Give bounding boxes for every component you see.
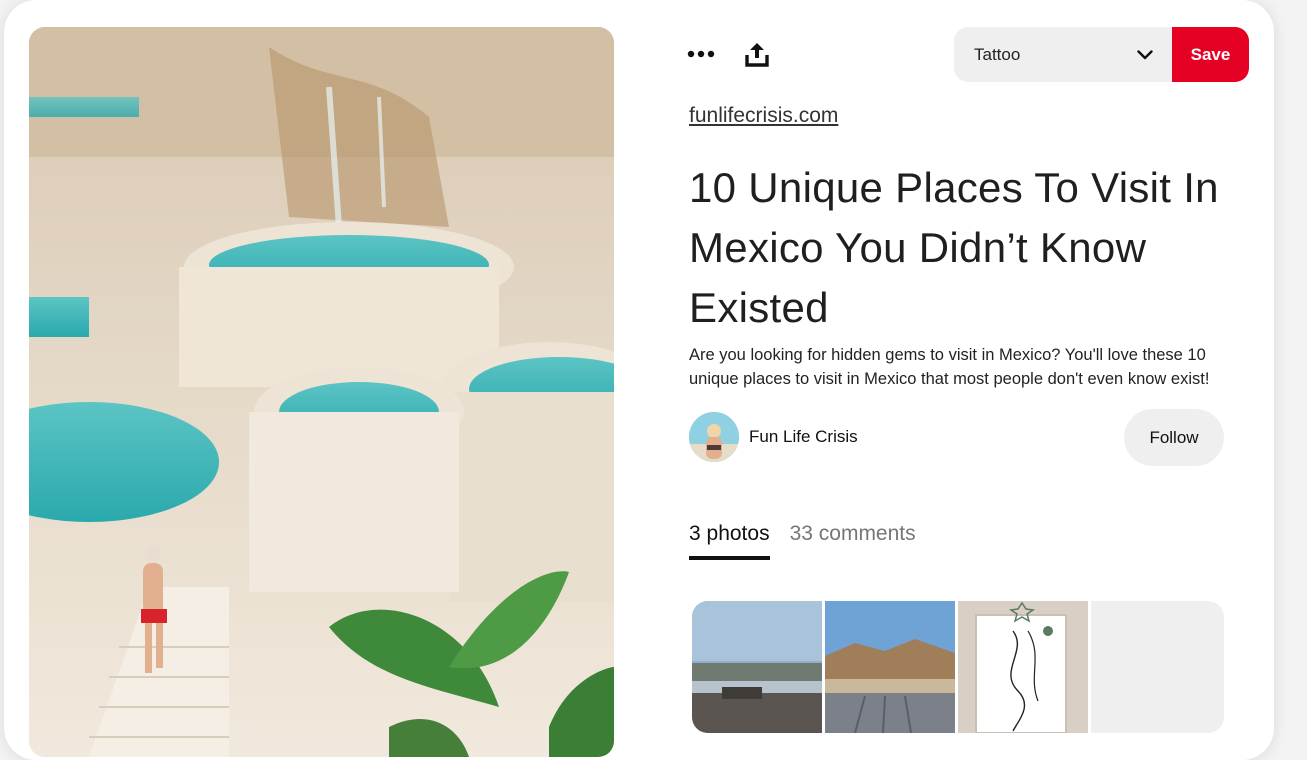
pin-title: 10 Unique Places To Visit In Mexico You …	[689, 164, 1219, 331]
board-select-dropdown[interactable]: Tattoo	[954, 27, 1174, 82]
save-button[interactable]: Save	[1172, 27, 1249, 82]
photo-thumbnail[interactable]	[825, 601, 955, 733]
photo-thumbnail[interactable]	[692, 601, 822, 733]
pin-description: Are you looking for hidden gems to visit…	[689, 346, 1210, 388]
hot-springs-photo	[29, 27, 614, 757]
follow-button[interactable]: Follow	[1124, 409, 1224, 466]
photo-thumbnail-placeholder	[1091, 601, 1224, 733]
author-name: Fun Life Crisis	[749, 427, 858, 446]
board-select-value: Tattoo	[974, 44, 1021, 64]
more-options-button[interactable]	[683, 36, 719, 72]
content-tabs: 3 photos 33 comments	[689, 522, 916, 560]
share-upload-icon	[745, 43, 769, 67]
tab-photos[interactable]: 3 photos	[689, 522, 770, 560]
more-horizontal-icon	[687, 50, 715, 58]
source-link[interactable]: funlifecrisis.com	[689, 104, 838, 128]
pin-image[interactable]	[29, 27, 614, 757]
tab-comments[interactable]: 33 comments	[790, 522, 916, 560]
chevron-down-icon	[1134, 44, 1156, 66]
share-button[interactable]	[739, 36, 775, 72]
author-profile-link[interactable]: Fun Life Crisis	[689, 412, 858, 462]
avatar	[689, 412, 739, 462]
photo-thumbnail[interactable]	[958, 601, 1088, 733]
photo-thumbnails	[692, 601, 1224, 733]
